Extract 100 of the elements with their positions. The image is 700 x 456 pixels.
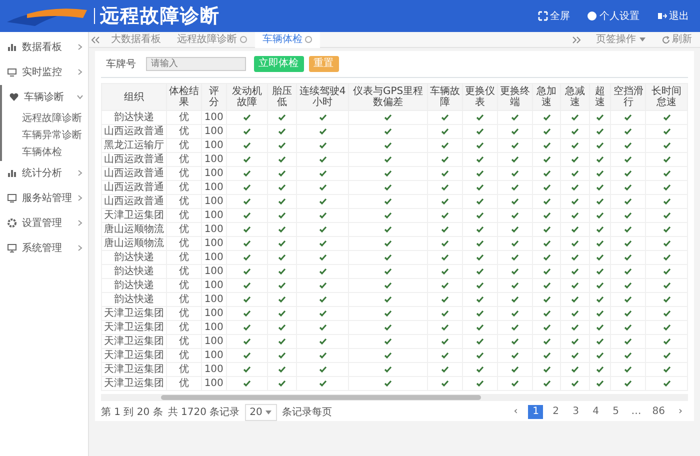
page-button[interactable]: › [673, 405, 688, 419]
table-cell: 黑龙江运输厅 [102, 138, 166, 152]
table-cell: 优 [166, 180, 202, 194]
header-action[interactable]: 个人设置 [586, 8, 640, 24]
sidebar-item[interactable]: 车辆诊断 [2, 84, 88, 110]
table-cell: 天津卫运集团 [102, 348, 166, 362]
page-button[interactable]: 3 [568, 405, 584, 419]
column-header: 发动机故障 [226, 84, 268, 110]
tab[interactable]: 大数据看板 [103, 32, 169, 48]
table-cell: 唐山运顺物流 [102, 222, 166, 236]
horizontal-scrollbar[interactable] [101, 394, 688, 400]
table-cell: 山西运政普通 [102, 166, 166, 180]
sidebar-item[interactable]: 系统管理 [0, 236, 88, 260]
page-button[interactable]: 2 [548, 405, 564, 419]
table-cell: 优 [166, 334, 202, 348]
table-cell: 优 [166, 306, 202, 320]
sidebar-subitem[interactable]: 远程故障诊断 [2, 110, 82, 126]
column-header: 急减速 [560, 84, 590, 110]
table-cell: 100 [202, 222, 226, 236]
table-cell: 韵达快递 [102, 264, 166, 278]
page-button[interactable]: … [628, 405, 644, 419]
table-cell: 韵达快递 [102, 110, 166, 124]
page-title: 远程故障诊断 [100, 4, 220, 29]
sidebar-item[interactable]: 服务站管理 [0, 186, 88, 210]
table-cell: 优 [166, 362, 202, 376]
sidebar-item[interactable]: 设置管理 [0, 210, 88, 236]
table-cell: 优 [166, 264, 202, 278]
column-header: 体检结果 [166, 84, 202, 110]
tab-menu-button[interactable]: 页签操作 [588, 32, 654, 48]
table-cell: 山西运政普通 [102, 194, 166, 208]
table-cell: 100 [202, 180, 226, 194]
monitor-icon [7, 67, 17, 77]
column-header: 组织 [102, 84, 166, 110]
table-cell: 天津卫运集团 [102, 208, 166, 222]
exit-icon [656, 11, 666, 21]
table-cell: 100 [202, 264, 226, 278]
table-cell: 优 [166, 348, 202, 362]
bar-chart-icon [7, 168, 17, 178]
record-total: 共 1720 条记录 [168, 406, 240, 420]
caret-down-icon [264, 410, 272, 414]
table-cell: 天津卫运集团 [102, 376, 166, 390]
vehicle-field[interactable]: 请输入 [146, 57, 246, 71]
table-cell: 优 [166, 152, 202, 166]
table-cell: 100 [202, 152, 226, 166]
table-cell: 100 [202, 320, 226, 334]
sidebar-item[interactable]: 实时监控 [0, 60, 88, 84]
tab[interactable]: 车辆体检 [254, 32, 320, 48]
header-action[interactable]: 退出 [656, 8, 690, 24]
desktop-icon [7, 243, 17, 253]
table-cell: 优 [166, 124, 202, 138]
column-header: 空挡滑行 [610, 84, 646, 110]
table-cell: 天津卫运集团 [102, 362, 166, 376]
column-header: 评分 [202, 84, 226, 110]
refresh-button[interactable]: 刷新 [654, 32, 700, 48]
table-cell: 山西运政普通 [102, 180, 166, 194]
table-cell: 100 [202, 194, 226, 208]
tab[interactable]: 远程故障诊断 [169, 32, 254, 48]
table-cell: 优 [166, 376, 202, 390]
table-cell: 100 [202, 376, 226, 390]
page-button[interactable]: ‹ [508, 405, 524, 419]
table-cell: 唐山运顺物流 [102, 236, 166, 250]
table-cell: 100 [202, 236, 226, 250]
column-header: 超速 [589, 84, 611, 110]
scrollbar-thumb[interactable] [161, 394, 481, 400]
table-cell: 韵达快递 [102, 278, 166, 292]
sidebar-item[interactable]: 统计分析 [0, 160, 88, 186]
sidebar-subitem[interactable]: 车辆体检 [2, 144, 62, 160]
page-button[interactable]: 4 [588, 405, 604, 419]
table-cell: 100 [202, 334, 226, 348]
page-button[interactable]: 5 [608, 405, 624, 419]
table-cell: 优 [166, 208, 202, 222]
heart-icon [9, 92, 19, 102]
page-size-select[interactable]: 20 [244, 404, 277, 420]
table-cell: 100 [202, 110, 226, 124]
table-cell: 优 [166, 166, 202, 180]
bar-chart-icon [7, 42, 17, 52]
table-cell: 100 [202, 306, 226, 320]
page-button[interactable]: 1 [528, 405, 544, 419]
record-range: 第 1 到 20 条 [101, 406, 163, 420]
page-size-label: 条记录每页 [282, 406, 332, 420]
table-cell: 优 [166, 236, 202, 250]
table-cell: 山西运政普通 [102, 152, 166, 166]
page-button[interactable]: 86 [649, 405, 668, 419]
column-header: 胎压低 [268, 84, 296, 110]
column-header: 更换终端 [497, 84, 532, 110]
table-cell: 100 [202, 362, 226, 376]
column-header: 长时间怠速 [646, 84, 688, 110]
fullscreen-icon [538, 11, 548, 21]
column-header: 更换仪表 [462, 84, 498, 110]
settings-icon [7, 218, 17, 228]
table-cell: 韵达快递 [102, 292, 166, 306]
table-cell: 山西运政普通 [102, 124, 166, 138]
table-cell: 100 [202, 250, 226, 264]
table-cell: 天津卫运集团 [102, 320, 166, 334]
sidebar-item[interactable]: 数据看板 [0, 34, 88, 60]
column-header: 急加速 [532, 84, 561, 110]
header-action[interactable]: 全屏 [536, 8, 571, 24]
sidebar-subitem[interactable]: 车辆异常诊断 [2, 126, 82, 144]
table-cell: 优 [166, 222, 202, 236]
column-header: 车辆故障 [427, 84, 462, 110]
